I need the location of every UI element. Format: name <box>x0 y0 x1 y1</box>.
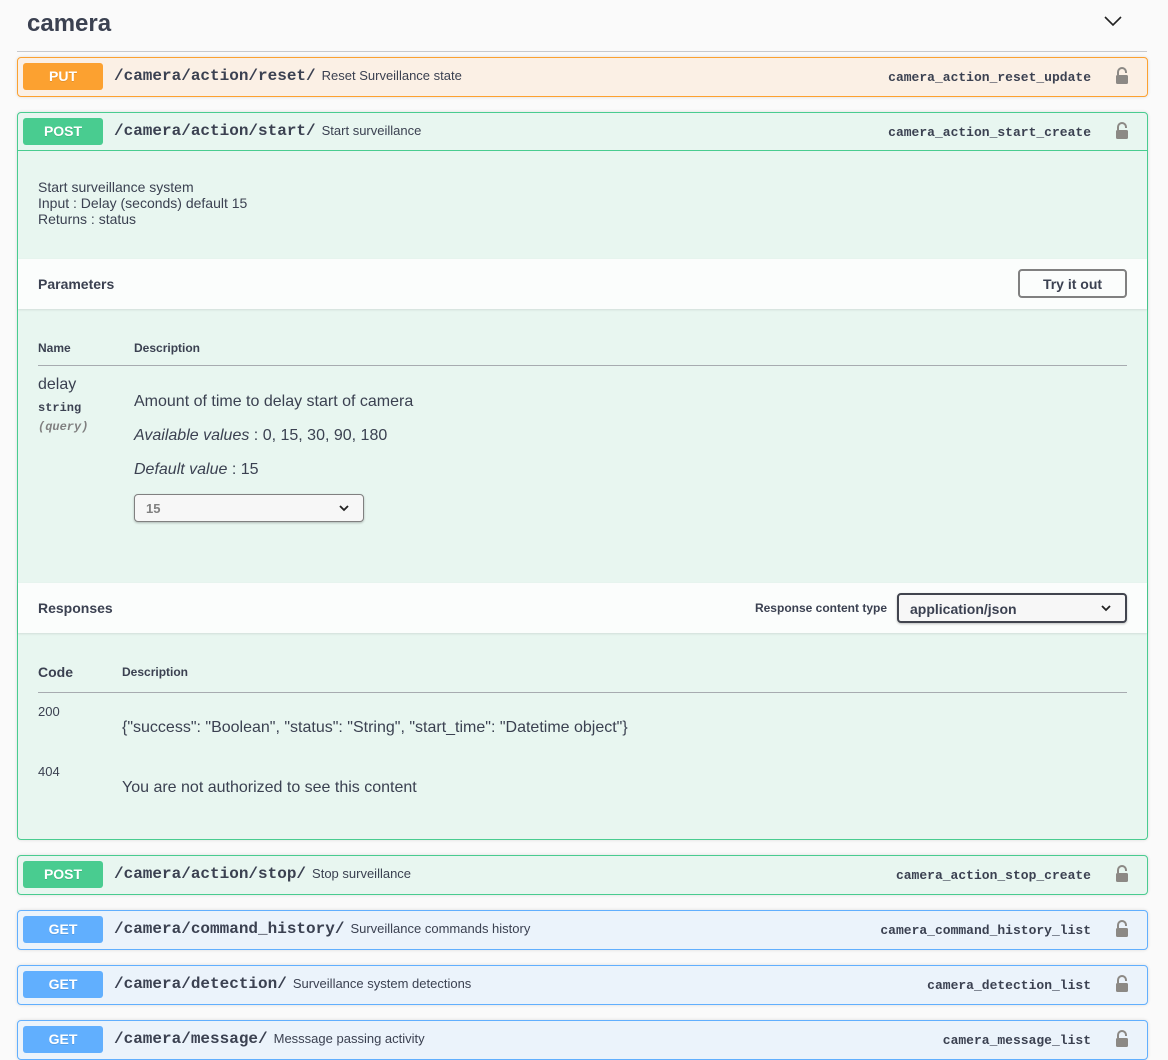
operation-post-camera-action-start: POST /camera/action/start/Start surveill… <box>17 112 1148 840</box>
operation-id: camera_command_history_list <box>880 923 1091 938</box>
delay-select[interactable]: 15 <box>134 494 364 522</box>
unlocked-lock-icon[interactable] <box>1115 975 1129 993</box>
operation-id: camera_action_start_create <box>888 125 1091 140</box>
operation-summary[interactable]: GET /camera/detection/Surveillance syste… <box>18 966 1147 1004</box>
tag-header-camera[interactable]: camera <box>17 0 1147 52</box>
operation-id: camera_action_stop_create <box>895 868 1091 883</box>
method-badge: POST <box>23 861 103 888</box>
method-badge: GET <box>23 971 103 998</box>
chevron-down-icon[interactable] <box>1103 14 1123 28</box>
operation-path: /camera/message/Messsage passing activit… <box>114 1030 425 1048</box>
operation-path: /camera/action/reset/Reset Surveillance … <box>114 67 462 85</box>
response-code: 404 <box>38 764 60 779</box>
parameter-description: Amount of time to delay start of camera <box>134 393 414 410</box>
operation-id: camera_message_list <box>942 1033 1091 1048</box>
operation-summary[interactable]: POST /camera/action/stop/Stop surveillan… <box>18 856 1147 894</box>
method-badge: POST <box>23 118 103 145</box>
operation-summary-text: Surveillance system detections <box>292 976 472 991</box>
column-header-description: Description <box>134 341 201 355</box>
table-divider <box>38 692 1127 693</box>
responses-header: Responses Response content type applicat… <box>18 583 1147 633</box>
response-content-type-label: Response content type <box>754 601 887 615</box>
unlocked-lock-icon[interactable] <box>1115 122 1129 140</box>
responses-title: Responses <box>38 600 113 616</box>
parameter-type: string <box>38 401 82 415</box>
operation-get-camera-message: GET /camera/message/Messsage passing act… <box>17 1020 1148 1060</box>
response-description: You are not authorized to see this conte… <box>122 779 417 796</box>
operation-summary-text: Start surveillance <box>321 123 422 138</box>
parameters-table: Name Description delay string (query) Am… <box>18 309 1147 583</box>
operation-summary-text: Surveillance commands history <box>350 921 531 936</box>
column-header-description: Description <box>122 665 189 679</box>
tag-title: camera <box>27 10 112 37</box>
operation-description: Start surveillance system Input : Delay … <box>18 151 1147 259</box>
operation-id: camera_detection_list <box>927 978 1091 993</box>
operation-summary[interactable]: GET /camera/command_history/Surveillance… <box>18 911 1147 949</box>
operation-put-camera-action-reset: PUT /camera/action/reset/Reset Surveilla… <box>17 57 1148 97</box>
chevron-down-icon <box>339 505 349 512</box>
chevron-down-icon <box>1101 605 1111 612</box>
parameters-header: Parameters Try it out <box>18 259 1147 309</box>
operation-summary[interactable]: GET /camera/message/Messsage passing act… <box>18 1021 1147 1059</box>
operation-summary[interactable]: POST /camera/action/start/Start surveill… <box>18 113 1147 151</box>
operation-get-camera-detection: GET /camera/detection/Surveillance syste… <box>17 965 1148 1005</box>
operation-summary-text: Stop surveillance <box>312 866 412 881</box>
available-values: Available values : 0, 15, 30, 90, 180 <box>134 427 387 445</box>
response-content-type-value: application/json <box>910 601 1017 617</box>
method-badge: GET <box>23 1026 103 1053</box>
path-text: /camera/detection/ <box>114 975 287 993</box>
column-header-name: Name <box>38 341 71 355</box>
operation-path: /camera/command_history/Surveillance com… <box>114 920 530 938</box>
path-text: /camera/command_history/ <box>114 920 345 938</box>
parameters-title: Parameters <box>38 276 115 292</box>
operation-summary[interactable]: PUT /camera/action/reset/Reset Surveilla… <box>18 58 1147 96</box>
operation-get-camera-command-history: GET /camera/command_history/Surveillance… <box>17 910 1148 950</box>
column-header-code: Code <box>38 664 73 680</box>
unlocked-lock-icon[interactable] <box>1115 920 1129 938</box>
path-text: /camera/message/ <box>114 1030 268 1048</box>
default-value: Default value : 15 <box>134 461 259 479</box>
description-line: Input : Delay (seconds) default 15 <box>38 195 248 211</box>
response-description: {"success": "Boolean", "status": "String… <box>122 719 628 736</box>
operation-path: /camera/action/stop/Stop surveillance <box>114 865 411 883</box>
default-value-label: Default value <box>134 461 228 478</box>
parameter-location: (query) <box>38 420 89 434</box>
unlocked-lock-icon[interactable] <box>1115 865 1129 883</box>
operation-id: camera_action_reset_update <box>888 70 1091 85</box>
operation-summary-text: Messsage passing activity <box>273 1031 425 1046</box>
operation-path: /camera/action/start/Start surveillance <box>114 122 421 140</box>
unlocked-lock-icon[interactable] <box>1115 1030 1129 1048</box>
default-value-text: : 15 <box>231 461 259 478</box>
table-divider <box>38 365 1127 366</box>
operation-post-camera-action-stop: POST /camera/action/stop/Stop surveillan… <box>17 855 1148 895</box>
method-badge: PUT <box>23 63 103 90</box>
response-code: 200 <box>38 704 60 719</box>
try-it-out-button[interactable]: Try it out <box>1018 269 1127 298</box>
path-text: /camera/action/reset/ <box>114 67 316 85</box>
operation-path: /camera/detection/Surveillance system de… <box>114 975 471 993</box>
path-text: /camera/action/start/ <box>114 122 316 140</box>
available-values-label: Available values <box>134 427 250 444</box>
available-values-text: : 0, 15, 30, 90, 180 <box>253 427 388 444</box>
operation-summary-text: Reset Surveillance state <box>321 68 462 83</box>
method-badge: GET <box>23 916 103 943</box>
path-text: /camera/action/stop/ <box>114 865 307 883</box>
unlocked-lock-icon[interactable] <box>1115 67 1129 85</box>
parameter-name: delay <box>38 376 77 393</box>
delay-select-value: 15 <box>146 501 161 516</box>
description-line: Returns : status <box>38 211 137 227</box>
operation-body: Start surveillance system Input : Delay … <box>18 151 1147 833</box>
response-content-type-select[interactable]: application/json <box>897 593 1127 623</box>
responses-table: Code Description 200 {"success": "Boolea… <box>18 633 1147 833</box>
description-line: Start surveillance system <box>38 179 194 195</box>
